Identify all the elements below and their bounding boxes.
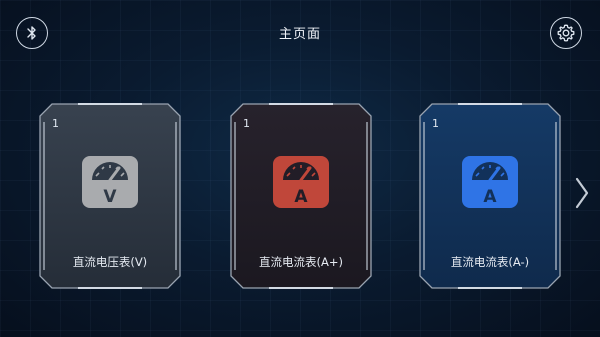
card-index: 1 [243,117,250,130]
ammeter-icon: A [273,156,329,208]
ammeter-icon: A [462,156,518,208]
meter-letter: A [294,187,308,207]
page-title: 主页面 [278,27,321,42]
card-index: 1 [52,117,59,130]
settings-button[interactable] [550,17,582,49]
voltmeter-icon: V [82,156,138,208]
meter-letter: A [483,187,497,207]
meter-letter: V [103,187,117,207]
card-dc-ammeter-positive[interactable]: 1 A 直流电流表(A+) [229,102,373,290]
card-label: 直流电流表(A-) [450,255,530,269]
card-dc-ammeter-negative[interactable]: 1 A 直流电流表(A-) [418,102,562,290]
gear-icon [557,24,575,42]
card-label: 直流电压表(V) [72,255,148,269]
card-index: 1 [432,117,439,130]
card-dc-voltmeter[interactable]: 1 V 直流电压表(V) [38,102,182,290]
chevron-right-icon[interactable] [574,176,590,210]
card-label: 直流电流表(A+) [259,255,343,269]
